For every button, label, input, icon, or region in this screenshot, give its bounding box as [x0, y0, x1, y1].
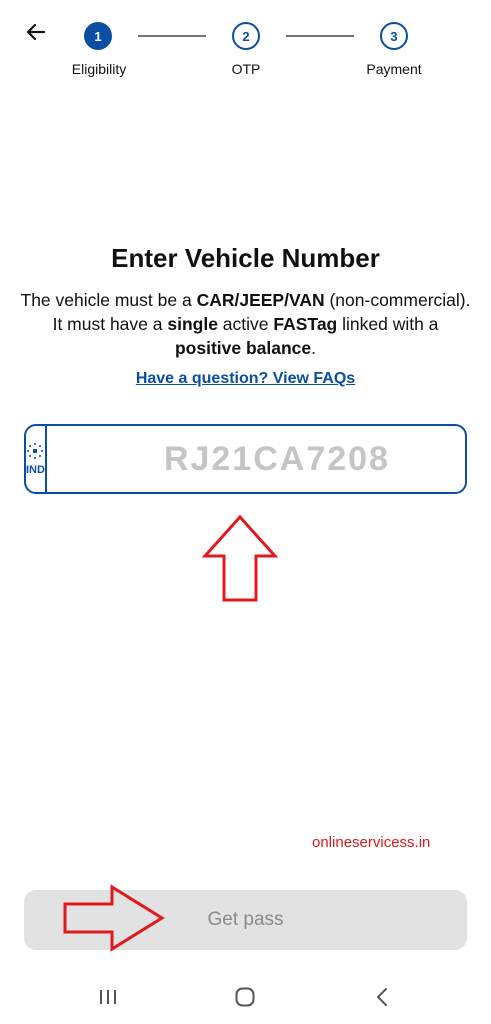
recents-button[interactable]: [88, 980, 128, 1014]
country-badge: IND: [26, 426, 47, 492]
back-chevron-icon: [377, 988, 387, 1006]
page-title: Enter Vehicle Number: [111, 243, 380, 273]
step-1-indicator: 1: [84, 22, 112, 50]
step-3-label: Payment: [366, 61, 422, 77]
ashoka-chakra-icon: [27, 443, 44, 459]
system-navigation-bar: [0, 970, 491, 1024]
vehicle-number-field[interactable]: IND: [24, 424, 491, 494]
watermark-text: onlineservicess.in: [312, 834, 431, 851]
home-button[interactable]: [225, 980, 265, 1014]
recents-icon: [100, 990, 116, 1004]
step-connector: [286, 35, 354, 37]
home-icon: [235, 987, 255, 1007]
step-3-indicator: 3: [380, 22, 408, 50]
annotation-up-arrow-icon: [201, 514, 279, 602]
step-2-indicator: 2: [232, 22, 260, 50]
step-connector: [138, 35, 206, 37]
vehicle-number-input[interactable]: [46, 426, 491, 492]
step-1-label: Eligibility: [71, 61, 127, 77]
annotation-right-arrow-icon: [63, 884, 165, 952]
progress-stepper: 1 2 3 Eligibility OTP Payment: [0, 20, 491, 80]
faq-link[interactable]: Have a question? View FAQs: [0, 370, 491, 388]
eligibility-description: The vehicle must be a CAR/JEEP/VAN (non-…: [20, 290, 471, 358]
step-2-label: OTP: [231, 61, 261, 77]
country-code: IND: [26, 464, 45, 476]
system-back-button[interactable]: [362, 980, 402, 1014]
